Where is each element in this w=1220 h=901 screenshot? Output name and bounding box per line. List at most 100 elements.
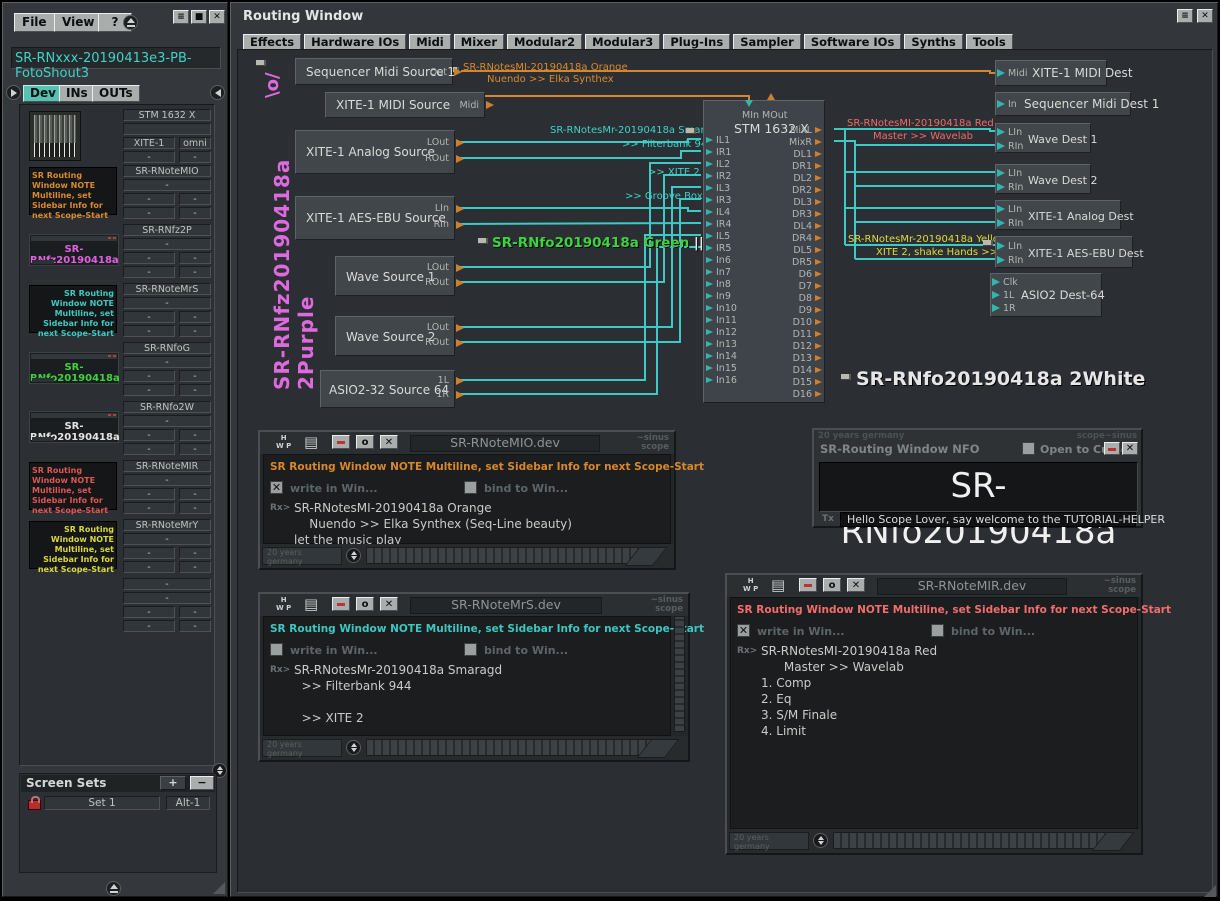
port-in-arrow-icon[interactable] [706, 245, 713, 251]
port-in-arrow-icon[interactable] [706, 377, 713, 383]
port-out-arrow-icon[interactable] [456, 279, 464, 287]
device-name-field[interactable]: SR-RNoteMrS [123, 283, 211, 295]
write-checkbox[interactable]: ✕ [270, 481, 283, 494]
port-in-arrow-icon[interactable] [997, 183, 1005, 191]
module-xite1-analog-source[interactable]: XITE-1 Analog Source LOut ROut [295, 130, 455, 174]
note-marker-icon[interactable] [478, 238, 488, 244]
vertical-scrollbar[interactable] [674, 616, 685, 732]
resize-grip-icon[interactable] [213, 882, 225, 894]
module-asio2-dest-64[interactable]: Clk 1L 1R ASIO2 Dest-64 [990, 273, 1102, 317]
device-field[interactable] [123, 123, 211, 135]
stm-min-arrow-icon[interactable] [745, 100, 753, 107]
device-field[interactable]: - [123, 415, 211, 427]
port-in-arrow-icon[interactable] [997, 142, 1005, 150]
port-in-arrow-icon[interactable] [706, 281, 713, 287]
window-preview-green[interactable]: SR-RNfo20190418a [29, 352, 119, 384]
device-field[interactable]: - [123, 620, 175, 632]
device-field[interactable]: - [123, 592, 211, 604]
port-out-arrow-icon[interactable] [456, 391, 464, 399]
device-field[interactable]: - [179, 488, 211, 500]
note-body[interactable]: SR Routing Window NOTE Multiline, set Si… [730, 597, 1138, 829]
circle-icon[interactable]: o [823, 578, 841, 592]
module-asio2-32-source-64[interactable]: ASIO2-32 Source 64 1L 1R [320, 370, 455, 408]
device-entry-note-mry[interactable]: SR Routing Window NOTE Multiline, set Si… [23, 519, 215, 575]
note-preview-yellow[interactable]: SR Routing Window NOTE Multiline, set Si… [29, 521, 117, 569]
port-in-arrow-icon[interactable] [706, 137, 713, 143]
module-xite1-midi-dest[interactable]: Midi XITE-1 MIDI Dest [995, 60, 1107, 86]
device-field[interactable]: - [123, 533, 211, 545]
note-title[interactable]: SR-RNoteMIO.dev [410, 435, 600, 452]
minimize-icon[interactable]: ≡ [173, 10, 189, 24]
device-field[interactable]: - [179, 311, 211, 323]
device-field[interactable]: - [123, 179, 211, 191]
device-field[interactable]: XITE-1 MIDI [123, 137, 175, 149]
tab-scroll-left-icon[interactable] [6, 85, 21, 100]
write-checkbox[interactable]: ✕ [737, 624, 750, 637]
port-in-arrow-icon[interactable] [997, 219, 1005, 227]
port-in-arrow-icon[interactable] [706, 293, 713, 299]
scroll-updown-icon[interactable] [346, 548, 361, 563]
port-in-arrow-icon[interactable] [706, 197, 713, 203]
note-window-mrs[interactable]: HW P ▤ o ✕ SR-RNoteMrS.dev ~sinusscope S… [258, 592, 690, 762]
device-name-field[interactable]: SR-RNoteMIO [123, 165, 211, 177]
maximize-icon[interactable]: ■ [191, 10, 207, 24]
horizontal-scrollbar[interactable] [366, 547, 644, 564]
device-field[interactable]: - [179, 443, 211, 455]
device-field[interactable]: - [179, 151, 211, 163]
port-in-arrow-icon[interactable] [997, 242, 1005, 250]
device-field[interactable]: - [179, 325, 211, 337]
screen-set-key[interactable]: Alt-1 [166, 796, 210, 810]
port-out-arrow-icon[interactable] [815, 223, 822, 229]
port-in-arrow-icon[interactable] [997, 100, 1005, 108]
port-out-arrow-icon[interactable] [456, 155, 464, 163]
note-title[interactable]: SR-RNoteMIR.dev [877, 578, 1067, 595]
module-stm-1632-x[interactable]: MIn MOut STM 1632 X IL1IR1IL2IR2IL3IR3IL… [703, 100, 825, 403]
scroll-updown-icon[interactable] [813, 833, 828, 848]
close-icon[interactable]: ✕ [1197, 9, 1213, 23]
port-in-arrow-icon[interactable] [706, 269, 713, 275]
port-out-arrow-icon[interactable] [815, 187, 822, 193]
device-field[interactable]: - [123, 443, 175, 455]
tab-ins[interactable]: INs [59, 85, 95, 102]
note-preview-orange[interactable]: SR Routing Window NOTE Multiline, set Si… [29, 167, 117, 215]
device-field[interactable]: - [123, 311, 175, 323]
device-field[interactable]: - [179, 620, 211, 632]
device-field[interactable]: - [123, 488, 175, 500]
port-out-arrow-icon[interactable] [815, 199, 822, 205]
device-field[interactable]: - [123, 384, 175, 396]
port-out-arrow-icon[interactable] [815, 283, 822, 289]
device-entry-fz2p[interactable]: SR-RNfz20190418a SR-RNfz2P - - - - - [23, 224, 215, 280]
device-field[interactable]: - [179, 370, 211, 382]
tab-dev[interactable]: Dev [23, 85, 63, 102]
hwp-icon[interactable]: HW P [276, 434, 291, 450]
device-field[interactable]: - [179, 502, 211, 514]
note-text[interactable]: SR-RNotesMI-20190418a Red Master >> Wave… [761, 644, 937, 740]
note-body[interactable]: SR Routing Window NOTE Multiline, set Si… [263, 454, 671, 544]
horizontal-scrollbar[interactable] [366, 739, 656, 756]
bottom-eject-icon[interactable] [106, 881, 121, 896]
pages-icon[interactable]: ▤ [304, 595, 318, 613]
port-out-arrow-icon[interactable] [486, 101, 494, 109]
note-preview-red[interactable]: SR Routing Window NOTE Multiline, set Si… [29, 462, 117, 510]
scroll-updown-icon[interactable] [346, 740, 361, 755]
minimize-icon[interactable] [1104, 442, 1120, 455]
port-out-arrow-icon[interactable] [815, 127, 822, 133]
nfo-window[interactable]: 20 years germany scope~sinus SR-Routing … [812, 428, 1143, 528]
screen-set-name[interactable]: Set 1 [44, 796, 160, 810]
device-field[interactable]: - [179, 561, 211, 573]
port-out-arrow-icon[interactable] [456, 205, 464, 213]
port-in-arrow-icon[interactable] [706, 353, 713, 359]
device-field[interactable]: - [123, 474, 211, 486]
write-checkbox[interactable] [270, 643, 283, 656]
port-out-arrow-icon[interactable] [815, 391, 822, 397]
device-field[interactable]: - [123, 297, 211, 309]
bind-checkbox[interactable] [464, 481, 477, 494]
port-out-arrow-icon[interactable] [815, 295, 822, 301]
device-name-field[interactable]: SR-RNoteMrY [123, 519, 211, 531]
port-in-arrow-icon[interactable] [997, 256, 1005, 264]
port-in-arrow-icon[interactable] [997, 128, 1005, 136]
device-name-field[interactable]: SR-RNfoG [123, 342, 211, 354]
open-to-cursor-checkbox[interactable] [1022, 442, 1035, 455]
port-out-arrow-icon[interactable] [815, 211, 822, 217]
port-in-arrow-icon[interactable] [706, 257, 713, 263]
